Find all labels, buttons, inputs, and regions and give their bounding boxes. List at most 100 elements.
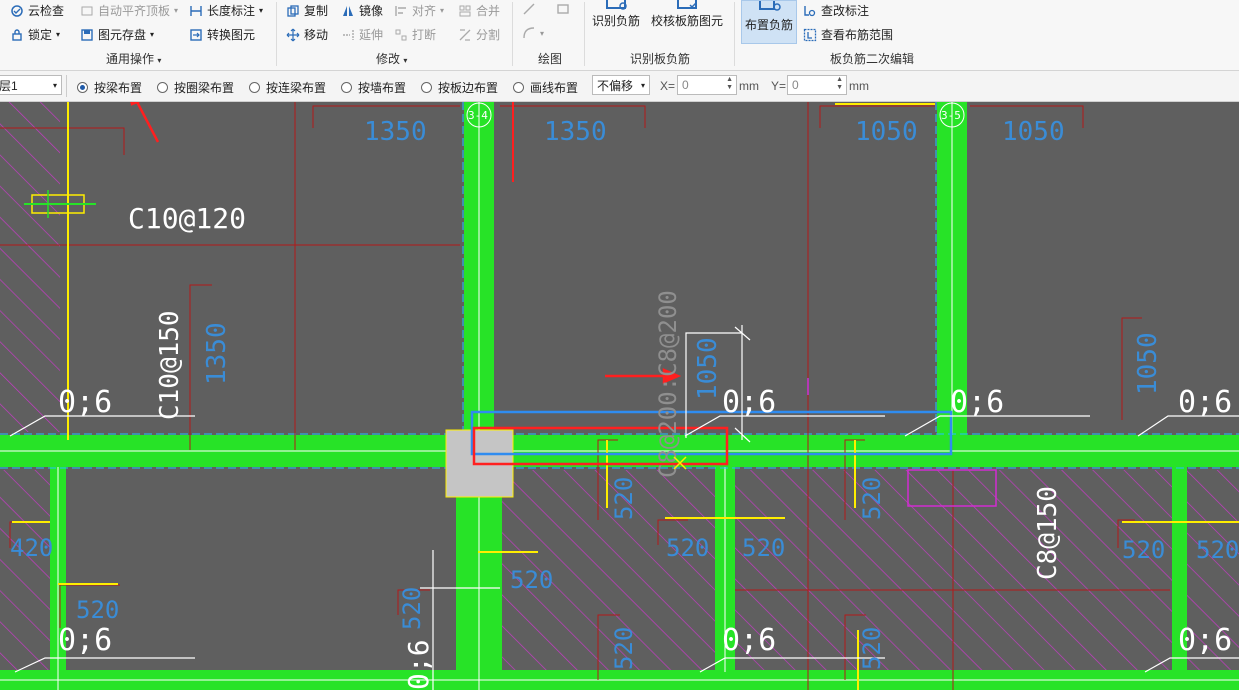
radio-place-by-slab-edge[interactable]: 按板边布置 — [421, 79, 498, 96]
rectangle-icon — [557, 4, 569, 14]
general-group-label[interactable]: 通用操作 ▾ — [106, 50, 161, 67]
axis-label: 3-4 — [468, 109, 488, 122]
flat-top-icon — [81, 6, 93, 15]
auto-flat-top-label: 自动平齐顶板 — [98, 4, 171, 18]
move-button[interactable]: 移动 — [286, 26, 328, 43]
identify-rebar-icon — [606, 0, 627, 10]
y-coordinate-input[interactable]: 0 ▲ ▼ — [787, 75, 847, 95]
layer-select[interactable]: 层1 ▾ — [0, 75, 62, 95]
extend-button[interactable]: 延伸 — [341, 26, 383, 43]
radio-indicator — [421, 82, 432, 93]
radio-indicator — [513, 82, 524, 93]
cloud-check-label: 云检查 — [28, 4, 65, 18]
chevron-down-icon: ▾ — [259, 6, 264, 15]
arc-icon — [523, 27, 535, 39]
copy-button[interactable]: 复制 — [286, 2, 328, 19]
radio-place-by-link-beam[interactable]: 按连梁布置 — [249, 79, 326, 96]
check-slab-rebar-label: 校核板筋图元 — [651, 14, 724, 28]
dimension-label: 520 — [1122, 536, 1165, 564]
identify-neg-rebar-button[interactable]: 识别负筋 — [592, 0, 640, 29]
radio-indicator — [157, 82, 168, 93]
draw-line-button[interactable] — [522, 2, 536, 16]
radio-place-by-beam[interactable]: 按梁布置 — [77, 79, 142, 96]
cloud-check-button[interactable]: 云检查 — [10, 2, 64, 19]
split-icon — [459, 28, 471, 41]
place-neg-rebar-button[interactable]: 布置负筋 — [741, 0, 797, 44]
chevron-down-icon: ▾ — [150, 30, 155, 39]
ribbon-toolbar: 云检查 自动平齐顶板 ▾ 长度标注 ▾ 锁定 ▾ 图元存盘 ▾ 转换图元 通用操… — [0, 0, 1239, 71]
element-save-button[interactable]: 图元存盘 ▾ — [80, 26, 154, 43]
group-divider — [734, 2, 735, 66]
group-divider — [584, 2, 585, 66]
lock-button[interactable]: 锁定 ▾ — [10, 26, 60, 43]
divider — [66, 75, 67, 97]
auto-flat-top-button[interactable]: 自动平齐顶板 ▾ — [80, 2, 178, 19]
length-mark-label: 长度标注 — [207, 4, 256, 18]
break-label: 打断 — [412, 28, 437, 42]
convert-icon — [190, 28, 202, 41]
split-button[interactable]: 分割 — [458, 26, 500, 43]
lock-label: 锁定 — [28, 28, 53, 42]
split-label: 分割 — [476, 28, 501, 42]
dimension-label: 520 — [510, 566, 553, 594]
radio-indicator — [77, 82, 88, 93]
dimension-label: 520 — [1196, 536, 1239, 564]
merge-button[interactable]: 合并 — [458, 2, 500, 19]
extend-icon — [343, 29, 354, 40]
extend-label: 延伸 — [359, 28, 384, 42]
radio-place-by-wall[interactable]: 按墙布置 — [341, 79, 406, 96]
x-label: X= — [660, 79, 676, 93]
coordinate-label: 0;6 — [58, 623, 112, 658]
x-unit: mm — [739, 79, 759, 93]
align-button[interactable]: 对齐 ▾ — [394, 2, 444, 19]
dimension-label: 1050 — [1133, 332, 1163, 395]
mirror-button[interactable]: 镜像 — [341, 2, 383, 19]
save-icon — [81, 28, 93, 41]
dimension-label: 1350 — [364, 117, 427, 147]
chevron-down-icon: ▾ — [52, 80, 57, 90]
check-rebar-icon — [677, 0, 697, 9]
cad-drawing-canvas[interactable]: 1350 1350 1050 1050 3-4 3-5 C10@120 C10@… — [0, 102, 1239, 690]
group-divider — [276, 2, 277, 66]
coordinate-label: 0;6 — [402, 639, 435, 690]
break-icon — [395, 29, 407, 40]
chevron-down-icon: ▾ — [540, 28, 545, 38]
dimension-label: 520 — [610, 477, 638, 520]
view-range-button[interactable]: 查看布筋范围 — [803, 26, 893, 43]
mirror-label: 镜像 — [359, 4, 384, 18]
dimension-label: 520 — [610, 627, 638, 670]
dimension-label: 1050 — [1002, 117, 1065, 147]
spinner-icon[interactable]: ▲ ▼ — [726, 76, 733, 92]
radio-place-by-line[interactable]: 画线布置 — [513, 79, 578, 96]
length-mark-button[interactable]: 长度标注 ▾ — [189, 2, 263, 19]
rebar-spec-label: C8@150 — [1033, 486, 1063, 580]
edit-mark-button[interactable]: 查改标注 — [803, 2, 869, 19]
mirror-icon — [343, 5, 353, 16]
recognize-group-label: 识别板负筋 — [630, 52, 691, 66]
copy-label: 复制 — [304, 4, 329, 18]
placement-options-bar: 层1 ▾ 按梁布置 按圈梁布置 按连梁布置 按墙布置 按板边布置 画线布置 不偏… — [0, 71, 1239, 102]
chevron-down-icon: ▾ — [56, 30, 61, 39]
convert-element-button[interactable]: 转换图元 — [189, 26, 255, 43]
y-unit: mm — [849, 79, 869, 93]
dimension-label: 1050 — [855, 117, 918, 147]
rebar-spec-label: C10@120 — [128, 202, 246, 235]
draw-rect-button[interactable] — [556, 2, 570, 16]
element-save-label: 图元存盘 — [98, 28, 147, 42]
modify-group-label[interactable]: 修改 ▾ — [376, 50, 407, 67]
dimension-label: 520 — [398, 587, 426, 630]
convert-element-label: 转换图元 — [207, 28, 256, 42]
offset-select[interactable]: 不偏移 ▾ — [592, 75, 650, 95]
cloud-check-icon — [11, 4, 23, 17]
x-coordinate-input[interactable]: 0 ▲ ▼ — [677, 75, 737, 95]
dimension-label: 520 — [858, 477, 886, 520]
dimension-label: 1350 — [202, 322, 232, 385]
check-slab-rebar-button[interactable]: 校核板筋图元 — [651, 0, 723, 29]
spinner-icon[interactable]: ▲ ▼ — [836, 76, 843, 92]
draw-arc-button[interactable]: ▾ — [522, 26, 544, 40]
radio-place-by-ring-beam[interactable]: 按圈梁布置 — [157, 79, 234, 96]
break-button[interactable]: 打断 — [394, 26, 436, 43]
merge-icon — [459, 5, 471, 16]
dimension-label: 520 — [76, 596, 119, 624]
dimension-label: 520 — [858, 627, 886, 670]
